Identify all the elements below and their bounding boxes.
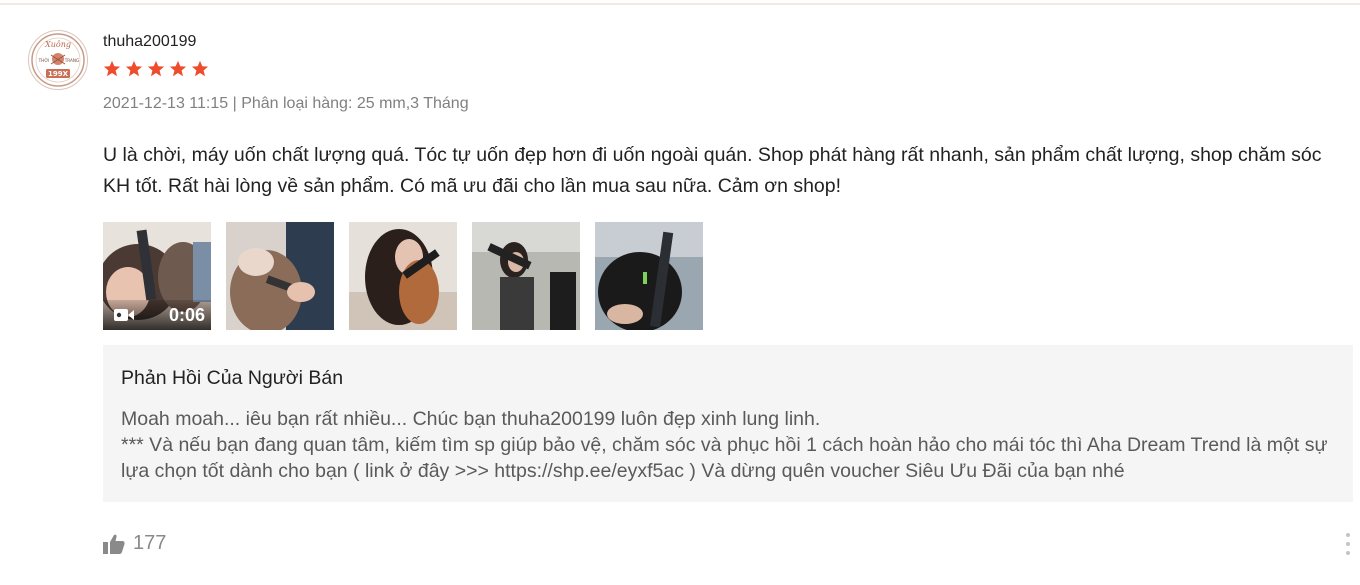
seller-reply-line-1: Moah moah... iêu bạn rất nhiều... Chúc b…	[121, 408, 821, 430]
review-photo-2	[226, 222, 334, 330]
review-image-thumbnail[interactable]	[226, 222, 334, 330]
thumbs-up-icon	[103, 534, 125, 554]
like-button[interactable]: 177	[103, 532, 166, 555]
svg-text:TRANG: TRANG	[64, 58, 80, 63]
svg-text:199X: 199X	[48, 70, 69, 78]
video-camera-icon	[114, 309, 134, 321]
review-video-thumbnail[interactable]: 0:06	[103, 222, 211, 330]
like-count: 177	[133, 532, 167, 554]
video-duration: 0:06	[168, 304, 205, 325]
more-dot	[1346, 533, 1350, 537]
star-icon	[147, 60, 165, 77]
username[interactable]: thuha200199	[103, 33, 196, 51]
svg-text:Xuông: Xuông	[44, 40, 71, 49]
media-gallery: 0:06	[103, 222, 703, 330]
svg-text:THỜI: THỜI	[38, 58, 50, 63]
star-icon	[191, 60, 209, 77]
review-meta: 2021-12-13 11:15 | Phân loại hàng: 25 mm…	[103, 95, 469, 112]
star-icon	[169, 60, 187, 77]
seller-reply: Phản Hồi Của Người Bán Moah moah... iêu …	[103, 345, 1353, 502]
seller-reply-line-2: *** Và nếu bạn đang quan tâm, kiếm tìm s…	[121, 434, 1328, 482]
star-icon	[103, 60, 121, 77]
seller-reply-title: Phản Hồi Của Người Bán	[121, 367, 344, 389]
star-icon	[125, 60, 143, 77]
avatar[interactable]: Xuông THỜI TRANG 199X	[28, 30, 88, 90]
more-vertical-icon[interactable]	[1346, 533, 1350, 555]
more-dot	[1346, 542, 1350, 546]
review-photo-3	[349, 222, 457, 330]
video-overlay: 0:06	[103, 300, 211, 330]
review-photo-5	[595, 222, 703, 330]
top-divider	[0, 3, 1360, 5]
review-photo-4	[472, 222, 580, 330]
avatar-logo-icon: Xuông THỜI TRANG 199X	[31, 33, 85, 87]
review-image-thumbnail[interactable]	[349, 222, 457, 330]
more-dot	[1346, 551, 1350, 555]
review-text: U là chời, máy uốn chất lượng quá. Tóc t…	[103, 144, 1322, 197]
review-image-thumbnail[interactable]	[472, 222, 580, 330]
review-image-thumbnail[interactable]	[595, 222, 703, 330]
rating-stars	[103, 60, 209, 78]
